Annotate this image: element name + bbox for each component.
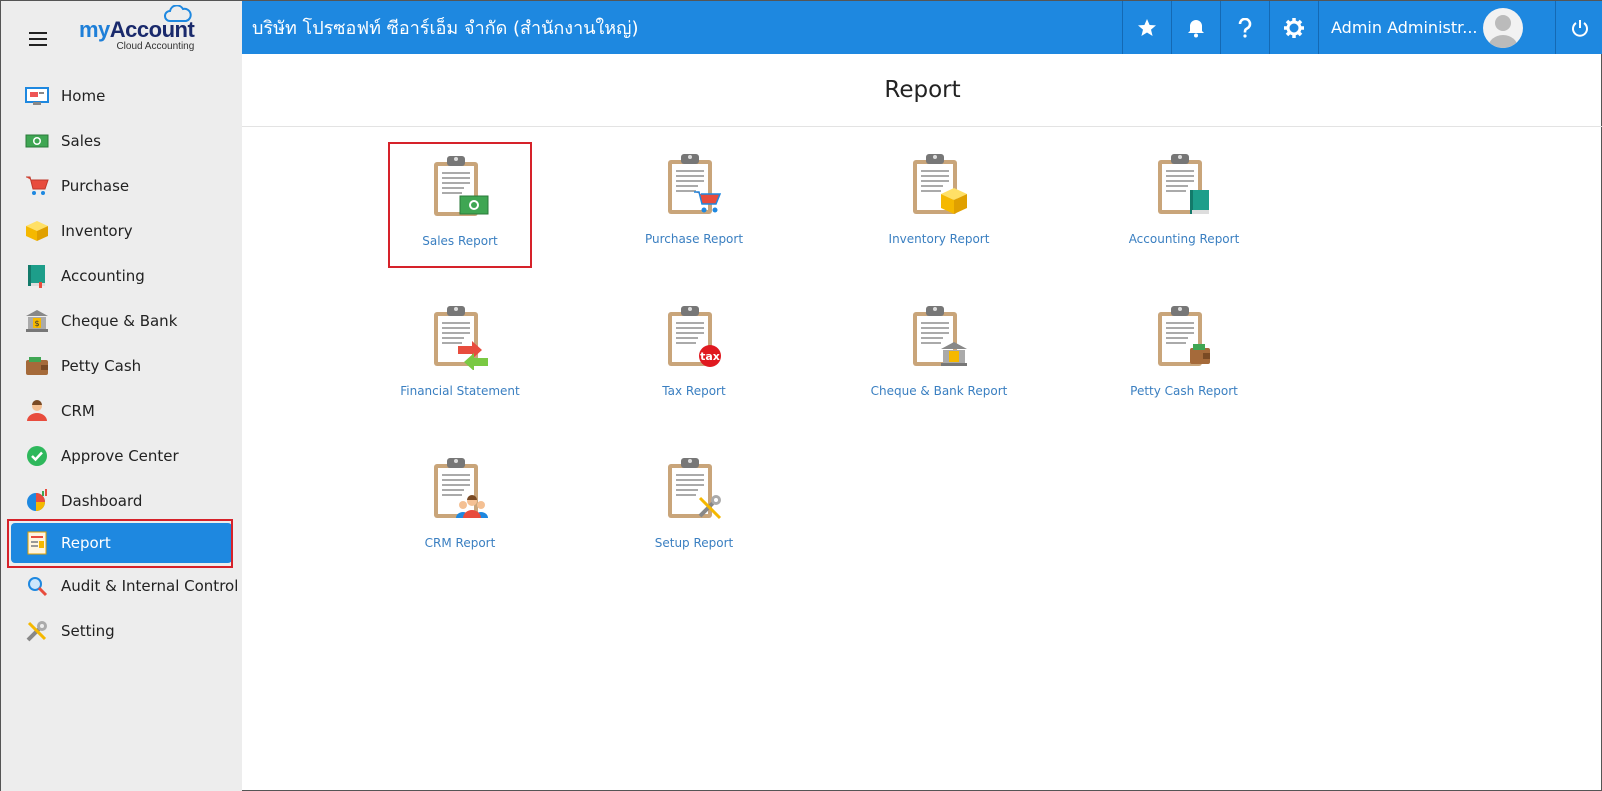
sidebar-item-label: Report <box>61 534 111 552</box>
home-icon <box>25 84 49 108</box>
sidebar-item-label: Dashboard <box>61 491 143 510</box>
report-label: Setup Report <box>654 536 734 550</box>
power-icon <box>1571 19 1588 37</box>
report-tile-inventory[interactable]: Inventory Report <box>867 142 1011 268</box>
sidebar-item-petty-cash[interactable]: Petty Cash <box>1 343 242 388</box>
report-tile-setup[interactable]: Setup Report <box>622 446 766 572</box>
sidebar-item-label: CRM <box>61 401 95 420</box>
magnifier-icon <box>25 574 49 598</box>
report-label: Sales Report <box>422 234 498 248</box>
clipboard-money-icon <box>434 156 489 216</box>
sales-money-icon <box>25 129 49 153</box>
report-tile-tax[interactable]: tax Tax Report <box>622 294 766 420</box>
sidebar-item-label: Accounting <box>61 266 145 285</box>
sidebar-item-label: Approve Center <box>61 446 179 465</box>
clipboard-book-icon <box>1158 154 1209 214</box>
check-circle-icon <box>25 444 49 468</box>
user-menu[interactable]: Admin Administr... <box>1318 1 1555 54</box>
report-label: Financial Statement <box>400 384 520 398</box>
top-bar: บริษัท โปรซอฟท์ ซีอาร์เอ็ม จำกัด (สำนักง… <box>242 1 1602 54</box>
user-name: Admin Administr... <box>1331 18 1478 37</box>
sidebar-item-inventory[interactable]: Inventory <box>1 208 242 253</box>
sidebar-item-label: Cheque & Bank <box>61 311 178 330</box>
tax-badge-text: tax <box>700 350 720 363</box>
clipboard-tools-icon <box>668 458 722 520</box>
sidebar-item-label: Inventory <box>61 221 133 240</box>
clipboard-tax-icon: tax <box>668 306 721 367</box>
question-icon <box>1238 17 1252 38</box>
sidebar: myAccount Cloud Accounting Home Sales Pu… <box>1 1 242 791</box>
sidebar-item-label: Home <box>61 86 106 105</box>
logo-my: my <box>79 16 110 42</box>
company-name[interactable]: บริษัท โปรซอฟท์ ซีอาร์เอ็ม จำกัด (สำนักง… <box>242 13 1122 42</box>
notifications-button[interactable] <box>1171 1 1220 54</box>
clipboard-exchange-icon <box>434 306 488 370</box>
main-content: Report Sales Report Purchase Report Inve… <box>242 54 1602 791</box>
page-title: Report <box>242 54 1602 127</box>
sidebar-item-cheque-bank[interactable]: $ Cheque & Bank <box>1 298 242 343</box>
pie-chart-icon <box>25 488 49 513</box>
people-icon <box>25 399 49 423</box>
help-button[interactable] <box>1220 1 1269 54</box>
wallet-icon <box>25 354 49 378</box>
clipboard-box-icon <box>913 154 967 214</box>
report-tile-cheque-bank[interactable]: Cheque & Bank Report <box>867 294 1011 420</box>
clipboard-bank-icon <box>913 306 967 366</box>
clipboard-people-icon <box>434 458 488 518</box>
sidebar-item-dashboard[interactable]: Dashboard <box>1 478 242 523</box>
report-tile-crm[interactable]: CRM Report <box>388 446 532 572</box>
report-tile-accounting[interactable]: Accounting Report <box>1112 142 1256 268</box>
sidebar-item-label: Sales <box>61 131 101 150</box>
clipboard-cart-icon <box>668 154 722 214</box>
sidebar-nav: Home Sales Purchase Inventory Accounting… <box>1 73 242 653</box>
report-label: CRM Report <box>424 536 496 550</box>
box-icon <box>25 219 49 243</box>
tools-icon <box>25 619 49 643</box>
ledger-book-icon <box>25 264 49 288</box>
bank-icon: $ <box>25 309 49 333</box>
sidebar-item-label: Setting <box>61 621 115 640</box>
sidebar-item-purchase[interactable]: Purchase <box>1 163 242 208</box>
report-label: Purchase Report <box>644 232 744 246</box>
menu-toggle-icon[interactable] <box>29 32 47 46</box>
report-icon <box>25 531 49 555</box>
report-label: Petty Cash Report <box>1130 384 1238 398</box>
sidebar-item-label: Audit & Internal Control <box>61 576 239 595</box>
report-tile-purchase[interactable]: Purchase Report <box>622 142 766 268</box>
sidebar-item-audit[interactable]: Audit & Internal Control <box>1 563 242 608</box>
sidebar-item-setting[interactable]: Setting <box>1 608 242 653</box>
report-label: Cheque & Bank Report <box>870 384 1008 398</box>
app-logo[interactable]: myAccount Cloud Accounting <box>79 4 195 52</box>
report-label: Accounting Report <box>1128 232 1240 246</box>
report-tile-sales[interactable]: Sales Report <box>388 142 532 268</box>
sidebar-item-report[interactable]: Report <box>11 523 232 563</box>
star-icon <box>1138 18 1156 36</box>
report-tile-petty-cash[interactable]: Petty Cash Report <box>1112 294 1256 420</box>
report-label: Tax Report <box>662 384 726 398</box>
sidebar-item-home[interactable]: Home <box>1 73 242 118</box>
favorites-button[interactable] <box>1122 1 1171 54</box>
report-tile-financial-statement[interactable]: Financial Statement <box>388 294 532 420</box>
cart-icon <box>25 174 49 198</box>
sidebar-item-approve-center[interactable]: Approve Center <box>1 433 242 478</box>
cloud-icon <box>164 4 192 22</box>
sidebar-item-sales[interactable]: Sales <box>1 118 242 163</box>
svg-text:$: $ <box>34 319 39 328</box>
settings-button[interactable] <box>1269 1 1318 54</box>
avatar[interactable] <box>1483 7 1523 48</box>
sidebar-item-crm[interactable]: CRM <box>1 388 242 433</box>
sidebar-item-accounting[interactable]: Accounting <box>1 253 242 298</box>
sidebar-item-label: Purchase <box>61 176 130 195</box>
sidebar-item-label: Petty Cash <box>61 356 142 375</box>
bell-icon <box>1188 19 1204 37</box>
gear-icon <box>1284 17 1304 38</box>
brand-area: myAccount Cloud Accounting <box>1 1 242 67</box>
user-silhouette-icon <box>1488 14 1518 48</box>
report-label: Inventory Report <box>888 232 990 246</box>
clipboard-wallet-icon <box>1158 306 1210 366</box>
logout-button[interactable] <box>1555 1 1602 54</box>
